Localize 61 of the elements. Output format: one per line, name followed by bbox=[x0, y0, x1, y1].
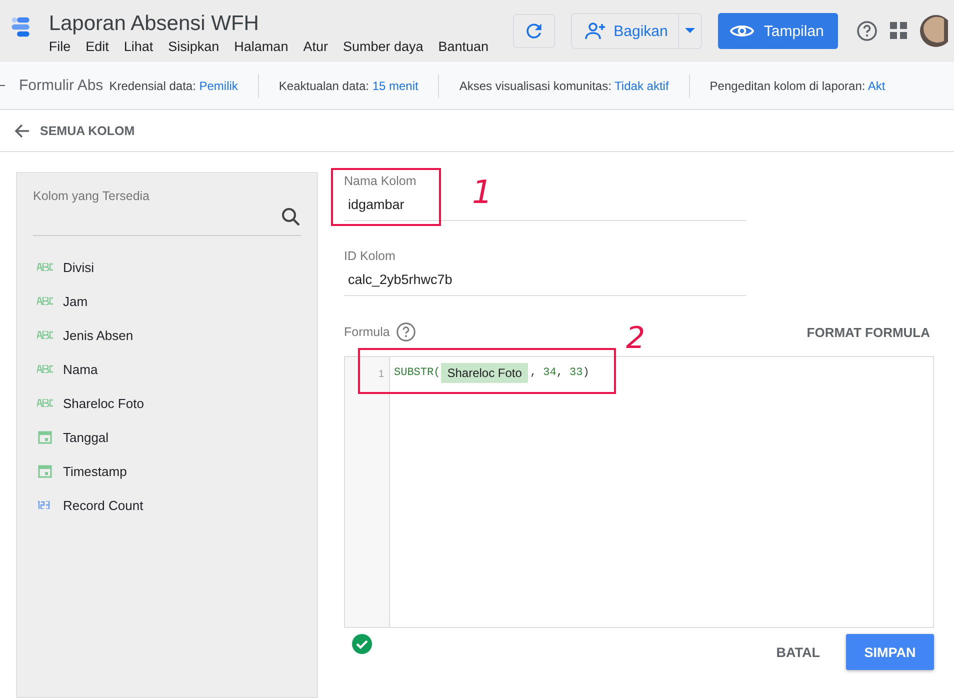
format-formula-button[interactable]: FORMAT FORMULA bbox=[806, 324, 930, 340]
view-button[interactable]: Tampilan bbox=[718, 13, 838, 49]
panel-title: Kolom yang Tersedia bbox=[33, 189, 151, 203]
menu-item[interactable]: File bbox=[48, 39, 71, 54]
field-item[interactable]: Timestamp bbox=[63, 464, 127, 478]
text-type-icon bbox=[37, 297, 53, 305]
calendar-icon bbox=[37, 464, 53, 478]
back-link[interactable]: SEMUA KOLOM bbox=[40, 124, 135, 138]
apps-grid-icon[interactable] bbox=[890, 22, 908, 40]
formula-text: SUBSTR( bbox=[394, 367, 440, 379]
back-arrow-icon[interactable] bbox=[14, 122, 30, 138]
menu-item[interactable]: Halaman bbox=[234, 39, 288, 54]
refresh-button[interactable] bbox=[512, 14, 555, 48]
save-button[interactable]: SIMPAN bbox=[846, 634, 934, 670]
menu-item[interactable]: Edit bbox=[86, 39, 109, 54]
eye-icon bbox=[730, 23, 754, 39]
formula-text: , bbox=[530, 367, 538, 379]
status-item: Kredensial data: Pemilik bbox=[109, 78, 238, 92]
field-item[interactable]: Record Count bbox=[63, 498, 144, 512]
menu-item[interactable]: Sisipkan bbox=[168, 39, 220, 54]
menu-item[interactable]: Bantuan bbox=[438, 39, 489, 54]
line-number: 1 bbox=[378, 369, 384, 380]
field-item[interactable]: Jam bbox=[63, 294, 88, 308]
add-person-icon bbox=[584, 22, 606, 40]
report-name[interactable]: Formulir Abs bbox=[19, 77, 104, 94]
status-item: Keaktualan data: 15 menit bbox=[278, 78, 418, 92]
menu-item[interactable]: Sumber daya bbox=[342, 39, 424, 54]
field-label: Formula bbox=[344, 325, 390, 339]
text-type-icon bbox=[37, 365, 53, 373]
annotation-number: 2 bbox=[626, 324, 646, 354]
avatar[interactable] bbox=[920, 15, 948, 47]
formula-editor[interactable]: 1 SUBSTR( Shareloc Foto , 34, 33) bbox=[344, 356, 934, 628]
help-icon[interactable] bbox=[856, 20, 878, 42]
field-label: ID Kolom bbox=[344, 249, 396, 263]
formula-text: , bbox=[556, 367, 564, 379]
formula-text: 34 bbox=[543, 367, 556, 379]
menu-item[interactable]: Atur bbox=[303, 39, 328, 54]
field-item[interactable]: Jenis Absen bbox=[63, 328, 134, 342]
status-item: Pengeditan kolom di laporan: Akt bbox=[710, 78, 886, 92]
input-field[interactable]: calc_2yb5rhwc7b bbox=[344, 263, 746, 296]
help-icon[interactable] bbox=[396, 322, 416, 342]
text-type-icon bbox=[37, 399, 53, 407]
calendar-icon bbox=[37, 430, 53, 444]
formula-text: ) bbox=[582, 367, 590, 379]
formula-text: 33 bbox=[570, 367, 583, 379]
cancel-button[interactable]: BATAL bbox=[770, 644, 826, 660]
field-item[interactable]: Shareloc Foto bbox=[63, 396, 144, 410]
caret-icon[interactable] bbox=[684, 28, 695, 34]
field-label: Nama Kolom bbox=[344, 174, 418, 188]
field-chip: Shareloc Foto bbox=[441, 363, 528, 383]
menu-item[interactable]: Lihat bbox=[124, 39, 154, 54]
search-icon bbox=[281, 207, 301, 227]
field-item[interactable]: Divisi bbox=[63, 260, 94, 274]
share-button[interactable]: Bagikan bbox=[570, 13, 702, 49]
search-field[interactable] bbox=[33, 207, 301, 236]
field-item[interactable]: Nama bbox=[63, 362, 98, 376]
report-title[interactable]: Laporan Absensi WFH bbox=[48, 12, 489, 36]
status-item: Akses visualisasi komunitas: Tidak aktif bbox=[459, 78, 669, 92]
field-item[interactable]: Tanggal bbox=[63, 430, 109, 444]
text-type-icon bbox=[37, 263, 53, 271]
text-type-icon bbox=[37, 331, 53, 339]
